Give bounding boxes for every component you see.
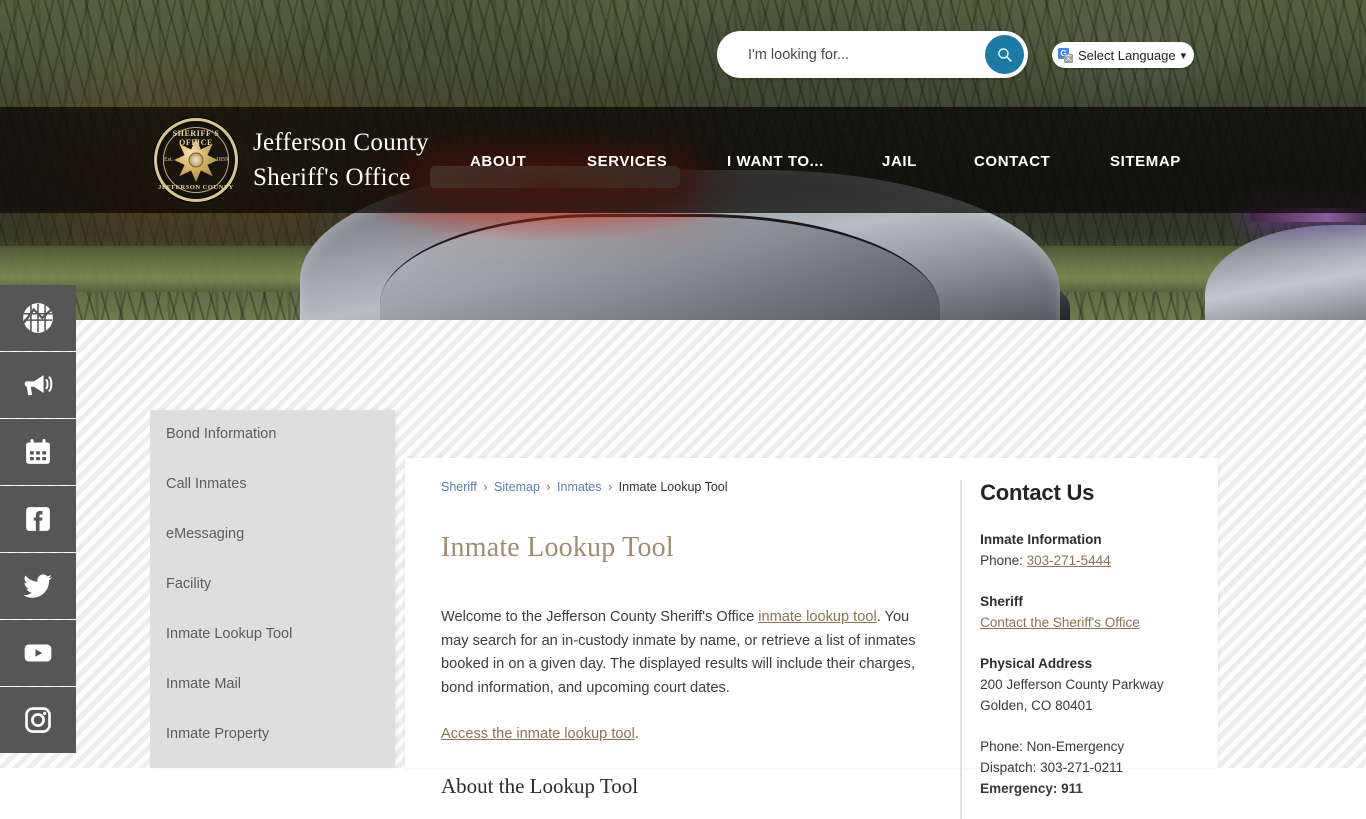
nav-item-services[interactable]: SERVICES bbox=[587, 153, 667, 170]
list-item: eMessaging bbox=[150, 510, 395, 560]
nav-item-contact[interactable]: CONTACT bbox=[974, 153, 1050, 170]
intro-paragraph: Welcome to the Jefferson County Sheriff'… bbox=[441, 606, 931, 701]
main-content-card: Sheriff › Sitemap › Inmates › Inmate Loo… bbox=[405, 458, 1218, 819]
breadcrumb-item-inmates[interactable]: Inmates bbox=[557, 480, 601, 494]
rail-item-instagram[interactable] bbox=[0, 687, 76, 753]
google-translate-icon: G文 bbox=[1058, 47, 1073, 63]
breadcrumb-item-sitemap[interactable]: Sitemap bbox=[494, 480, 540, 494]
youtube-icon bbox=[24, 644, 52, 662]
access-lookup-tool-link[interactable]: Access the inmate lookup tool bbox=[441, 726, 635, 742]
contact-sheriff-office-link[interactable]: Contact the Sheriff's Office bbox=[980, 615, 1140, 630]
nav-item-i-want-to[interactable]: I WANT TO... bbox=[727, 153, 824, 170]
map-icon bbox=[22, 303, 54, 333]
list-item: Facility bbox=[150, 560, 395, 610]
access-paragraph: Access the inmate lookup tool. bbox=[441, 723, 931, 747]
breadcrumb-separator: › bbox=[546, 480, 551, 494]
facebook-icon bbox=[26, 507, 50, 531]
contact-block-physical-address: Physical Address 200 Jefferson County Pa… bbox=[980, 653, 1178, 716]
megaphone-icon bbox=[24, 375, 53, 396]
contact-phone-prefix: Phone: bbox=[980, 553, 1027, 569]
inmate-lookup-tool-link[interactable]: inmate lookup tool bbox=[758, 609, 876, 625]
emergency-number: Emergency: 911 bbox=[980, 781, 1083, 797]
sidebar-item-inmate-mail[interactable]: Inmate Mail bbox=[150, 660, 395, 710]
sidebar-item-call-inmates[interactable]: Call Inmates bbox=[150, 460, 395, 510]
contact-us-panel: Contact Us Inmate Information Phone: 303… bbox=[960, 480, 1178, 819]
list-item: Call Inmates bbox=[150, 460, 395, 510]
site-brand[interactable]: SHERIFF'S OFFICE Est. 1859 JEFFERSON COU… bbox=[154, 118, 429, 202]
social-rail bbox=[0, 285, 76, 754]
rail-item-youtube[interactable] bbox=[0, 620, 76, 686]
brand-line-2: Sheriff's Office bbox=[253, 164, 411, 191]
list-item: Bond Information bbox=[150, 410, 395, 460]
search-icon bbox=[998, 48, 1012, 62]
nav-item-jail[interactable]: JAIL bbox=[882, 153, 917, 170]
address-line-1: 200 Jefferson County Parkway bbox=[980, 677, 1164, 693]
list-item: Inmate Mail bbox=[150, 660, 395, 710]
brand-line-1: Jefferson County bbox=[253, 128, 429, 156]
rail-item-announcements[interactable] bbox=[0, 352, 76, 418]
instagram-icon bbox=[25, 707, 51, 733]
badge-est-label: Est. bbox=[164, 157, 174, 163]
hero-banner: G文 Select Language ▾ SHERIFF'S OFFICE Es… bbox=[0, 0, 1366, 320]
content-shell: Bond Information Call Inmates eMessaging… bbox=[150, 390, 1218, 819]
sidebar-item-bond-information[interactable]: Bond Information bbox=[150, 410, 395, 460]
main-navigation: ABOUT SERVICES I WANT TO... JAIL CONTACT… bbox=[470, 153, 1210, 171]
about-lookup-tool-heading: About the Lookup Tool bbox=[441, 774, 639, 799]
page-body: Bond Information Call Inmates eMessaging… bbox=[0, 320, 1366, 819]
contact-phone-link[interactable]: 303-271-5444 bbox=[1027, 553, 1111, 568]
contact-us-heading: Contact Us bbox=[980, 480, 1095, 505]
sidebar-item-emessaging[interactable]: eMessaging bbox=[150, 510, 395, 560]
contact-label-sheriff: Sheriff bbox=[980, 594, 1023, 610]
language-label: Select Language bbox=[1078, 47, 1176, 63]
rail-item-facebook[interactable] bbox=[0, 486, 76, 552]
sheriff-badge-logo: SHERIFF'S OFFICE Est. 1859 JEFFERSON COU… bbox=[154, 118, 238, 202]
rail-item-map[interactable] bbox=[0, 285, 76, 351]
nav-item-about[interactable]: ABOUT bbox=[470, 153, 526, 170]
breadcrumb-separator: › bbox=[483, 480, 488, 494]
nav-item-sitemap[interactable]: SITEMAP bbox=[1110, 153, 1181, 170]
access-suffix: . bbox=[634, 725, 639, 742]
rail-item-calendar[interactable] bbox=[0, 419, 76, 485]
contact-block-sheriff: Sheriff Contact the Sheriff's Office bbox=[980, 591, 1178, 633]
breadcrumb: Sheriff › Sitemap › Inmates › Inmate Loo… bbox=[441, 480, 931, 494]
sidebar-item-inmate-property[interactable]: Inmate Property bbox=[150, 710, 395, 760]
contact-block-inmate-information: Inmate Information Phone: 303-271-5444 bbox=[980, 529, 1178, 571]
contact-label-physical-address: Physical Address bbox=[980, 656, 1093, 672]
sidebar-item-inmate-lookup-tool[interactable]: Inmate Lookup Tool bbox=[150, 610, 395, 660]
contact-label-inmate-information: Inmate Information bbox=[980, 532, 1102, 547]
sidebar-item-facility[interactable]: Facility bbox=[150, 560, 395, 610]
page-title: Inmate Lookup Tool bbox=[441, 532, 674, 563]
chevron-down-icon: ▾ bbox=[1180, 49, 1187, 62]
search-button[interactable] bbox=[985, 35, 1024, 74]
address-line-2: Golden, CO 80401 bbox=[980, 698, 1093, 714]
list-item: Inmate Property bbox=[150, 710, 395, 760]
intro-text-part1: Welcome to the Jefferson County Sheriff'… bbox=[441, 609, 759, 625]
main-column: Sheriff › Sitemap › Inmates › Inmate Loo… bbox=[441, 480, 931, 819]
badge-star-icon bbox=[174, 138, 218, 182]
twitter-icon bbox=[23, 574, 53, 598]
sidebar-list: Bond Information Call Inmates eMessaging… bbox=[150, 410, 395, 760]
calendar-icon bbox=[26, 439, 50, 464]
list-item: Inmate Lookup Tool bbox=[150, 610, 395, 660]
breadcrumb-separator: › bbox=[608, 480, 613, 494]
breadcrumb-item-sheriff[interactable]: Sheriff bbox=[441, 480, 477, 494]
rail-item-twitter[interactable] bbox=[0, 553, 76, 619]
search-bar bbox=[717, 31, 1028, 78]
language-selector[interactable]: G文 Select Language ▾ bbox=[1052, 42, 1194, 68]
badge-bottom-text: JEFFERSON COUNTY bbox=[158, 184, 234, 191]
breadcrumb-item-current: Inmate Lookup Tool bbox=[618, 480, 728, 494]
brand-title: Jefferson County Sheriff's Office bbox=[253, 125, 429, 196]
section-sidebar: Bond Information Call Inmates eMessaging… bbox=[150, 410, 395, 768]
dispatch-line-1: Phone: Non-Emergency bbox=[980, 739, 1125, 755]
